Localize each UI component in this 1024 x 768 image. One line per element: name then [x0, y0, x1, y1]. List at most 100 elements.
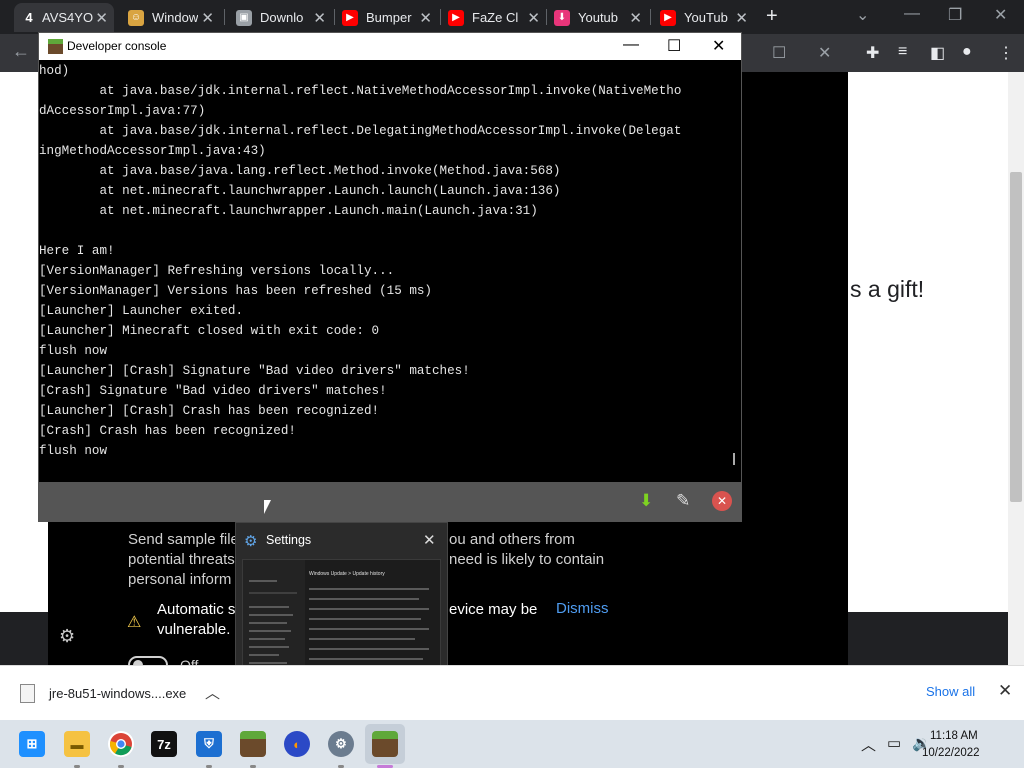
developer-console-titlebar[interactable]: Developer console — ☐ ✕ — [39, 33, 741, 60]
warning-line-2: vulnerable. — [157, 621, 231, 638]
thumbnail-line — [249, 614, 293, 616]
console-line: [Launcher] [Crash] Crash has been recogn… — [39, 404, 380, 418]
7zip-icon[interactable]: 7z — [151, 731, 177, 757]
warning-line-1-end: evice may be — [449, 601, 538, 618]
maximize-icon[interactable]: ☐ — [772, 43, 786, 63]
orange-globe-icon[interactable]: ◐ — [284, 731, 310, 757]
console-line: at net.minecraft.launchwrapper.Launch.la… — [39, 184, 561, 198]
tab-label: Bumper — [366, 10, 412, 25]
maximize-icon[interactable]: ☐ — [667, 36, 681, 56]
thumbnail-line — [249, 580, 277, 582]
console-line: at net.minecraft.launchwrapper.Launch.ma… — [39, 204, 538, 218]
media-queue-icon[interactable]: ≡ — [898, 43, 907, 61]
close-icon[interactable]: ✕ — [527, 9, 540, 27]
console-line: [Launcher] Minecraft closed with exit co… — [39, 324, 380, 338]
console-output[interactable]: hod) at java.base/jdk.internal.reflect.N… — [39, 61, 725, 482]
gear-icon[interactable]: ⚙ — [59, 626, 75, 647]
console-line: Here I am! — [39, 244, 115, 258]
console-action-bar: ⬇ ✎ ✕ — [39, 482, 741, 521]
close-window-icon[interactable]: ✕ — [994, 5, 1007, 25]
tab-bumper[interactable]: ▶ Bumper ✕ — [336, 3, 438, 32]
console-scrollbar-thumb[interactable] — [733, 453, 735, 465]
close-icon[interactable]: ✕ — [998, 681, 1012, 701]
new-tab-button[interactable]: + — [766, 5, 778, 28]
close-icon[interactable]: ✕ — [629, 9, 642, 27]
tab-separator — [546, 9, 547, 25]
close-icon[interactable]: ✕ — [95, 9, 108, 27]
thumbnail-line — [309, 598, 419, 600]
browser-tab-strip: 4 AVS4YO ✕ ☺ Window ✕ ▣ Downlo ✕ ▶ Bumpe… — [0, 0, 1024, 34]
warning-icon: ⚠ — [127, 614, 142, 631]
restore-icon[interactable]: ❐ — [948, 5, 962, 25]
page-footer-strip — [848, 612, 1008, 665]
developer-console-window: Developer console — ☐ ✕ hod) at java.bas… — [38, 32, 742, 522]
close-icon[interactable]: ✕ — [423, 531, 436, 549]
file-explorer-icon[interactable]: ▬ — [64, 731, 90, 757]
minecraft-launcher-icon[interactable] — [372, 731, 398, 757]
side-panel-icon[interactable]: ◧ — [930, 43, 945, 63]
youtube-icon: ▶ — [342, 9, 358, 26]
sample-files-line-2: potential threats — [128, 551, 235, 568]
profile-icon[interactable]: ● — [962, 43, 972, 61]
close-icon[interactable]: ✕ — [419, 9, 432, 27]
tab-youtube-download[interactable]: ⬇ Youtub ✕ — [548, 3, 648, 32]
windows-security-shield-icon[interactable]: ⛨ — [196, 731, 222, 757]
preview-title: Settings — [266, 533, 312, 547]
close-icon[interactable]: ✕ — [313, 9, 326, 27]
tab-download[interactable]: ▣ Downlo ✕ — [228, 3, 332, 32]
console-line: ingMethodAccessorImpl.java:43) — [39, 144, 266, 158]
display-icon[interactable]: ▭ — [887, 734, 901, 752]
close-icon[interactable]: ✕ — [818, 43, 831, 63]
download-arrow-icon[interactable]: ⬇ — [639, 491, 653, 511]
minimize-icon[interactable]: — — [904, 5, 920, 23]
show-all-button[interactable]: Show all — [926, 684, 975, 699]
console-line: [Launcher] [Crash] Signature "Bad video … — [39, 364, 470, 378]
settings-gear-icon[interactable]: ⚙ — [328, 731, 354, 757]
thumbnail-line — [249, 630, 291, 632]
thumbnail-line — [249, 622, 287, 624]
thumbnail-line — [309, 608, 429, 610]
paperclip-icon[interactable]: ✎ — [676, 491, 690, 511]
console-line: flush now — [39, 444, 108, 458]
clock-time[interactable]: 11:18 AM — [930, 730, 978, 742]
page-scrollbar-thumb[interactable] — [1010, 172, 1022, 502]
tab-avs4yo[interactable]: 4 AVS4YO ✕ — [14, 3, 114, 32]
back-arrow-icon[interactable]: ← — [12, 41, 30, 62]
tab-number-icon: 4 — [25, 10, 33, 25]
gear-icon: ⚙ — [244, 533, 258, 550]
tab-separator — [440, 9, 441, 25]
mouse-cursor — [264, 500, 271, 514]
sample-files-line-2-end: need is likely to contain — [449, 551, 605, 568]
downloads-bar: jre-8u51-windows....exe ︿ Show all ✕ — [0, 665, 1024, 720]
dismiss-link[interactable]: Dismiss — [556, 600, 609, 617]
close-icon[interactable]: ✕ — [735, 9, 748, 27]
minecraft-icon[interactable] — [240, 731, 266, 757]
thumbnail-line — [309, 588, 429, 590]
console-line: [Crash] Signature "Bad video drivers" ma… — [39, 384, 387, 398]
menu-kebab-icon[interactable]: ⋮ — [998, 43, 1014, 63]
thumbnail-line — [309, 628, 429, 630]
clock-date[interactable]: 10/22/2022 — [922, 747, 980, 759]
close-icon[interactable]: ✕ — [201, 9, 214, 27]
console-line: at java.base/java.lang.reflect.Method.in… — [39, 164, 561, 178]
tab-label: AVS4YO — [42, 10, 94, 25]
close-icon[interactable]: ✕ — [712, 36, 725, 56]
thumbnail-line — [249, 606, 289, 608]
chevron-up-icon[interactable]: ︿ — [861, 734, 876, 755]
download-item-filename[interactable]: jre-8u51-windows....exe — [49, 686, 186, 701]
tab-faze[interactable]: ▶ FaZe Cl ✕ — [442, 3, 546, 32]
console-line: [VersionManager] Versions has been refre… — [39, 284, 432, 298]
tab-search-icon[interactable]: ⌄ — [856, 5, 869, 25]
console-scrollbar[interactable] — [725, 61, 741, 482]
console-line: at java.base/jdk.internal.reflect.Native… — [39, 84, 682, 98]
extensions-puzzle-icon[interactable]: ✚ — [866, 43, 879, 63]
chevron-up-icon[interactable]: ︿ — [205, 682, 220, 703]
chrome-icon[interactable] — [108, 731, 134, 757]
minimize-icon[interactable]: — — [623, 36, 639, 54]
tab-window[interactable]: ☺ Window ✕ — [120, 3, 220, 32]
windows-start-icon[interactable]: ⊞ — [19, 731, 45, 757]
tab-youtube[interactable]: ▶ YouTub ✕ — [654, 3, 754, 32]
page-heading-fragment: s a gift! — [850, 276, 925, 302]
tab-separator — [224, 9, 225, 25]
close-circle-icon[interactable]: ✕ — [712, 491, 732, 511]
